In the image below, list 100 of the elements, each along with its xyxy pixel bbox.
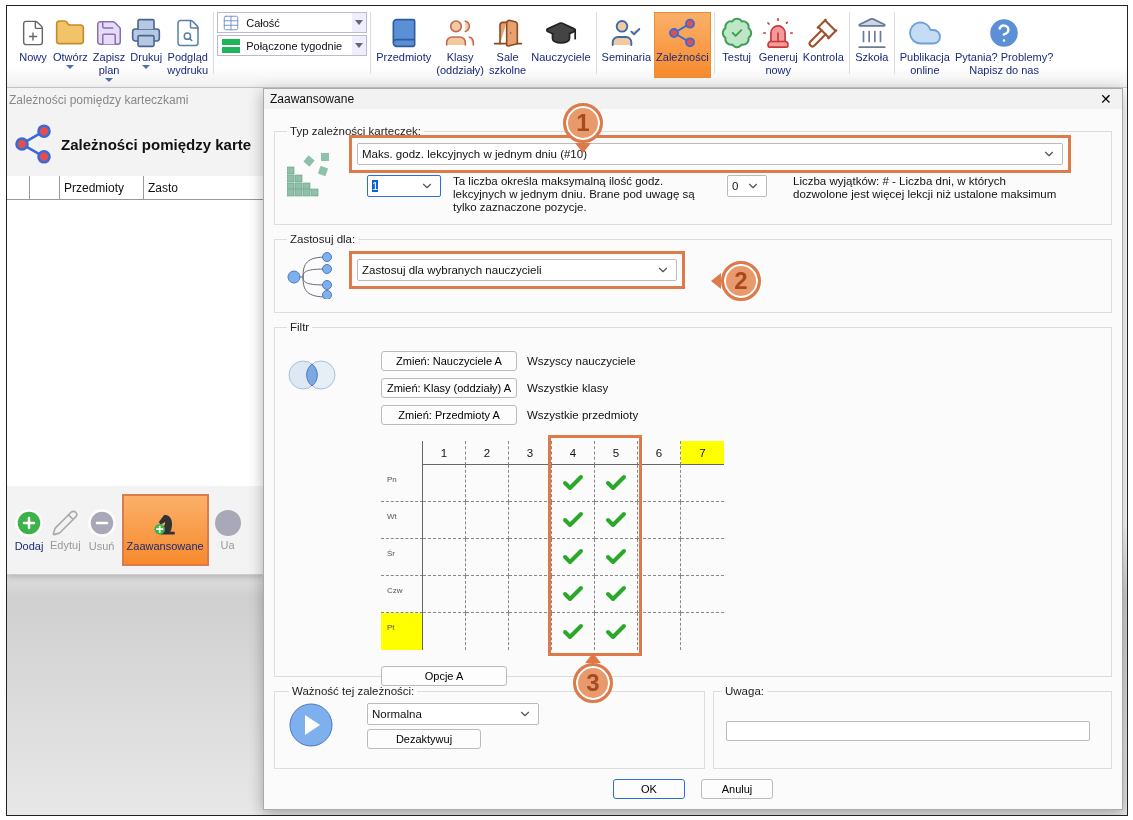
section-legend: Zastosuj dla: bbox=[287, 233, 359, 245]
max-select[interactable]: 1 bbox=[367, 175, 441, 197]
section-legend: Typ zależności karteczek: bbox=[287, 125, 425, 137]
period-header[interactable]: 3 bbox=[509, 441, 552, 465]
check-badge-icon bbox=[719, 15, 754, 51]
grid-cell[interactable] bbox=[595, 502, 638, 539]
toolbar-button[interactable]: Szkoła bbox=[852, 12, 891, 67]
grid-cell[interactable] bbox=[552, 576, 595, 613]
grid-cell[interactable] bbox=[638, 465, 681, 502]
grid-cell[interactable] bbox=[552, 465, 595, 502]
importance-select[interactable]: Normalna bbox=[367, 703, 539, 725]
type-select[interactable]: Maks. godz. lekcyjnych w jednym dniu (#10) bbox=[357, 143, 1063, 165]
action-button[interactable]: Zaawansowane bbox=[121, 494, 209, 566]
grid-cell[interactable] bbox=[423, 502, 466, 539]
callout-pointer bbox=[711, 273, 721, 289]
day-label[interactable]: Pn bbox=[381, 465, 423, 502]
toolbar-button[interactable]: Pytania? Problemy? Napisz do nas bbox=[952, 12, 1056, 80]
grid-cell[interactable] bbox=[466, 465, 509, 502]
column-header[interactable]: Zasto bbox=[148, 181, 178, 195]
period-header[interactable]: 2 bbox=[466, 441, 509, 465]
toolbar-button[interactable]: Generuj nowy bbox=[756, 12, 800, 80]
close-button[interactable]: ✕ bbox=[1096, 91, 1116, 107]
toolbar-button[interactable]: Zależności bbox=[654, 12, 711, 78]
minus-circle-icon bbox=[86, 508, 117, 538]
toolbar-button[interactable]: Testuj bbox=[717, 12, 756, 67]
period-header[interactable]: 5 bbox=[595, 441, 638, 465]
toolbar-button[interactable]: Otwórz bbox=[51, 12, 90, 73]
apply-select[interactable]: Zastosuj dla wybranych nauczycieli bbox=[357, 259, 677, 281]
section-legend: Filtr bbox=[287, 321, 313, 333]
day-label[interactable]: Wt bbox=[381, 502, 423, 539]
action-button[interactable]: Dodaj bbox=[13, 508, 45, 552]
change-filter-button[interactable]: Zmień: Przedmioty A bbox=[381, 405, 517, 425]
grid-cell[interactable] bbox=[595, 539, 638, 576]
grid-cell[interactable] bbox=[638, 576, 681, 613]
view-dropdown[interactable]: Połączone tygodnie bbox=[217, 35, 368, 56]
grid-cell[interactable] bbox=[466, 539, 509, 576]
grid-cell[interactable] bbox=[509, 465, 552, 502]
grid-cell[interactable] bbox=[595, 576, 638, 613]
grid-cell[interactable] bbox=[638, 539, 681, 576]
callout-marker: 3 bbox=[573, 663, 613, 703]
grid-cell[interactable] bbox=[466, 576, 509, 613]
change-filter-button[interactable]: Zmień: Klasy (oddziały) A bbox=[381, 378, 517, 398]
plus-circle-icon bbox=[14, 508, 44, 538]
toolbar-button[interactable]: Nowy bbox=[16, 12, 50, 67]
period-header[interactable]: 7 bbox=[681, 441, 724, 465]
toolbar-button[interactable]: Publikacja online bbox=[897, 12, 952, 80]
grid-cell[interactable] bbox=[509, 502, 552, 539]
circle-icon bbox=[213, 509, 242, 537]
description-text: Ta liczba określa maksymalną ilość godz. lekcyjnych w jednym dniu. Brane pod uwagę są tylko zaznaczone pozycje. bbox=[453, 175, 696, 214]
dialog-button[interactable]: OK bbox=[613, 779, 685, 799]
toolbar-button[interactable]: Kontrola bbox=[800, 12, 846, 67]
dropdown-value: Całość bbox=[246, 16, 280, 29]
grid-cell[interactable] bbox=[552, 539, 595, 576]
change-filter-button[interactable]: Zmień: Nauczyciele A bbox=[381, 351, 517, 371]
toolbar-button[interactable]: Przedmioty bbox=[374, 12, 434, 67]
grid-cell[interactable] bbox=[638, 502, 681, 539]
description-text: Liczba wyjątków: # - Liczba dni, w których dozwolone jest więcej lekcji niż ustalone maksimum bbox=[793, 175, 1058, 201]
toolbar-button[interactable]: Seminaria bbox=[599, 12, 654, 67]
section-legend: Uwaga: bbox=[722, 685, 767, 697]
day-label[interactable]: Śr bbox=[381, 539, 423, 576]
callout-marker: 2 bbox=[721, 261, 761, 301]
pencil-icon bbox=[51, 509, 80, 537]
filter-value: Wszyscy nauczyciele bbox=[527, 355, 636, 367]
column-header[interactable]: Przedmioty bbox=[64, 181, 125, 195]
options-button[interactable]: Opcje A bbox=[381, 666, 507, 686]
grid-cell[interactable] bbox=[509, 576, 552, 613]
filter-value: Wszystkie przedmioty bbox=[527, 409, 639, 421]
callout-marker: 1 bbox=[563, 103, 603, 143]
venn-diagram-icon bbox=[287, 359, 337, 391]
grid-cell[interactable] bbox=[552, 502, 595, 539]
toolbar-button[interactable]: Zapisz plan bbox=[90, 12, 128, 86]
grid-cell[interactable] bbox=[423, 539, 466, 576]
day-label[interactable]: Pt bbox=[381, 613, 423, 650]
period-header[interactable]: 4 bbox=[552, 441, 595, 465]
dialog-button[interactable]: Anuluj bbox=[701, 779, 773, 799]
dropdown-value: Połączone tygodnie bbox=[246, 39, 343, 52]
filter-value: Wszystkie klasy bbox=[527, 382, 609, 394]
toolbar-button[interactable]: Nauczyciele bbox=[529, 12, 593, 67]
grid-cell[interactable] bbox=[423, 465, 466, 502]
grid-cell[interactable] bbox=[595, 465, 638, 502]
exceptions-select[interactable]: 0 bbox=[727, 175, 767, 197]
period-header[interactable]: 1 bbox=[423, 441, 466, 465]
dialog-title: Zaawansowane bbox=[270, 92, 355, 106]
note-input[interactable] bbox=[726, 721, 1090, 741]
window-heading: Zależności pomiędzy karte bbox=[61, 135, 252, 153]
section-legend: Ważność tej zależności: bbox=[289, 685, 418, 697]
toolbar-button[interactable]: Podgląd wydruku bbox=[165, 12, 211, 80]
window-title: Zależności pomiędzy karteczkami bbox=[7, 88, 263, 112]
toolbar-button[interactable]: Drukuj bbox=[128, 12, 165, 73]
two-bars-icon bbox=[222, 37, 241, 54]
callout-pointer bbox=[585, 653, 601, 663]
grid-cell[interactable] bbox=[466, 502, 509, 539]
play-icon bbox=[289, 703, 333, 747]
grid-cell[interactable] bbox=[509, 539, 552, 576]
toolbar-button[interactable]: Sale szkolne bbox=[486, 12, 529, 80]
deactivate-button[interactable]: Dezaktywuj bbox=[367, 729, 481, 749]
grid-cell[interactable] bbox=[423, 576, 466, 613]
view-dropdown[interactable]: Całość bbox=[217, 12, 368, 33]
tree-diagram-icon bbox=[287, 249, 335, 299]
toolbar-button[interactable]: Klasy (oddziały) bbox=[434, 12, 486, 80]
